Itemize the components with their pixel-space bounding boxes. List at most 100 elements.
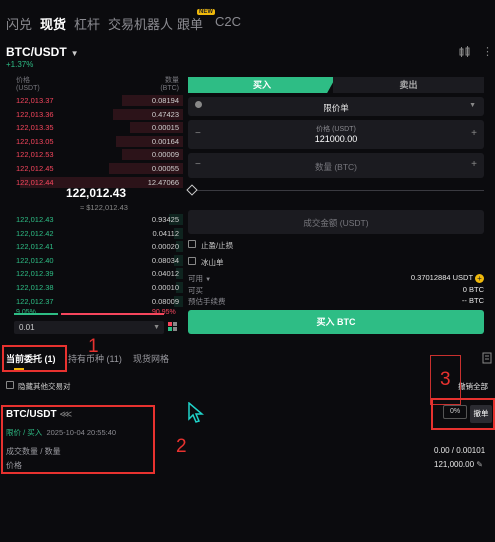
last-price[interactable]: 122,012.43 — [66, 186, 126, 200]
qty-plus-button[interactable]: + — [471, 159, 477, 170]
bid-price: 122,012.38 — [16, 283, 54, 292]
available-label-text: 可用 — [188, 274, 203, 283]
ask-price: 122,012.44 — [16, 177, 54, 187]
bid-row[interactable]: 122,012.38 0.00010 — [0, 281, 183, 294]
more-icon[interactable]: ⋮ — [482, 45, 493, 58]
tp-sl-label: 止盈/止损 — [201, 241, 234, 250]
buyable-label: 可买 — [188, 286, 203, 295]
annotation-box-2 — [1, 405, 155, 474]
tab-copy-trading[interactable]: 跟单 NEW — [177, 9, 216, 33]
tab-copy-trading-label: 跟单 — [177, 17, 204, 32]
hide-other-pairs-label: 隐藏其他交易对 — [18, 382, 71, 391]
precision-value: 0.01 — [19, 323, 35, 332]
new-badge: NEW — [197, 9, 216, 15]
ask-row[interactable]: 122,013.35 0.00015 — [0, 121, 183, 134]
pair-selector[interactable]: BTC/USDT ▼ — [6, 45, 79, 59]
ob-price-unit: (USDT) — [16, 85, 40, 92]
order-history-icon[interactable] — [482, 352, 493, 367]
price-input[interactable]: − 价格 (USDT) 121000.00 + — [188, 120, 484, 149]
bid-qty: 0.08034 — [151, 255, 179, 265]
ask-qty: 0.00055 — [151, 164, 179, 173]
tab-spot[interactable]: 现货 — [40, 14, 66, 33]
bid-price: 122,012.40 — [16, 255, 54, 265]
mouse-cursor-icon — [188, 401, 205, 427]
ask-row[interactable]: 122,012.45 0.00055 — [0, 162, 183, 175]
bid-qty: 0.00010 — [151, 283, 179, 292]
annotation-label-3: 3 — [440, 369, 451, 390]
bid-qty: 0.00020 — [151, 242, 179, 252]
bid-qty: 0.08009 — [151, 296, 179, 306]
amount-placeholder: 成交金额 (USDT) — [303, 218, 369, 228]
bid-row[interactable]: 122,012.41 0.00020 — [0, 240, 183, 253]
bid-row[interactable]: 122,012.40 0.08034 — [0, 254, 183, 267]
ask-qty: 0.08194 — [151, 96, 179, 105]
bid-row[interactable]: 122,012.39 0.04012 — [0, 267, 183, 280]
amount-slider[interactable] — [186, 184, 484, 198]
ask-price: 122,013.36 — [16, 109, 54, 119]
ob-qty-header: 数量 (BTC) — [160, 77, 179, 93]
buy-btc-button[interactable]: 买入 BTC — [188, 310, 484, 334]
bid-qty: 0.93425 — [151, 215, 179, 224]
order-type-select[interactable]: 限价单 ▼ — [188, 97, 484, 116]
sell-tab[interactable]: 卖出 — [333, 77, 484, 93]
ask-qty: 0.47423 — [151, 109, 179, 119]
bid-price: 122,012.41 — [16, 242, 54, 252]
ask-price: 122,013.35 — [16, 123, 54, 133]
ask-qty: 0.00015 — [151, 123, 179, 133]
hide-other-pairs-checkbox[interactable] — [6, 381, 14, 389]
ob-qty-label: 数量 — [165, 77, 179, 84]
caret-down-icon: ▼ — [469, 102, 476, 109]
ask-row[interactable]: 122,013.37 0.08194 — [0, 94, 183, 107]
order-price-value: 121,000.00 ✎ — [434, 460, 483, 469]
bid-qty: 0.04112 — [152, 228, 179, 238]
tab-spot-grid[interactable]: 现货网格 — [133, 352, 169, 365]
bid-price: 122,012.37 — [16, 296, 54, 306]
tab-margin[interactable]: 杠杆 — [74, 14, 100, 33]
last-price-fiat: ≈ $122,012.43 — [80, 203, 128, 212]
iceberg-checkbox[interactable] — [188, 257, 196, 265]
candlestick-icon[interactable] — [459, 46, 471, 61]
tab-trading-bots[interactable]: 交易机器人 — [108, 14, 173, 33]
price-input-value: 121000.00 — [314, 134, 358, 144]
available-value: 0.37012884 USDT + — [411, 273, 484, 283]
bid-price: 122,012.39 — [16, 269, 54, 279]
amount-input[interactable]: 成交金额 (USDT) — [188, 210, 484, 234]
slider-track — [192, 190, 484, 191]
pair-name: BTC/USDT — [6, 45, 67, 59]
annotation-box-3 — [431, 398, 495, 430]
sell-ratio-bar — [61, 313, 164, 315]
edit-icon[interactable]: ✎ — [476, 460, 483, 469]
slider-handle[interactable] — [186, 184, 198, 196]
ask-qty: 0.00164 — [151, 136, 179, 146]
tab-flash-swap[interactable]: 闪兑 — [6, 14, 32, 33]
price-plus-button[interactable]: + — [471, 128, 477, 139]
ask-qty: 12.47066 — [147, 177, 179, 187]
tp-sl-checkbox[interactable] — [188, 240, 196, 248]
ask-row[interactable]: 122,012.53 0.00009 — [0, 148, 183, 161]
ask-price: 122,013.37 — [16, 96, 54, 105]
chevron-down-icon: ▼ — [153, 324, 160, 331]
bid-row[interactable]: 122,012.43 0.93425 — [0, 213, 183, 226]
available-label: 可用 ▼ — [188, 273, 211, 284]
tab-c2c[interactable]: C2C — [215, 14, 241, 29]
bid-qty: 0.04012 — [151, 269, 179, 279]
buy-tab[interactable]: 买入 — [188, 77, 336, 93]
book-layout-icon[interactable] — [168, 322, 178, 332]
quantity-input[interactable]: − 数量 (BTC) + — [188, 153, 484, 178]
buy-ratio-bar — [14, 313, 58, 315]
bid-row[interactable]: 122,012.42 0.04112 — [0, 227, 183, 240]
precision-select[interactable]: 0.01 ▼ — [14, 321, 164, 334]
cancel-all-button[interactable]: 撤销全部 — [458, 381, 488, 392]
ask-qty: 0.00009 — [151, 150, 179, 160]
fee-label: 预估手续费 — [188, 297, 226, 306]
ask-row[interactable]: 122,013.36 0.47423 — [0, 108, 183, 121]
annotation-label-2: 2 — [176, 436, 187, 457]
add-funds-icon[interactable]: + — [475, 273, 484, 283]
price-input-label: 价格 (USDT) — [316, 126, 356, 133]
ob-qty-unit: (BTC) — [160, 85, 179, 92]
chevron-down-icon: ▼ — [205, 277, 212, 283]
ask-row[interactable]: 122,013.05 0.00164 — [0, 135, 183, 148]
filled-value: 0.00 / 0.00101 — [434, 446, 486, 455]
caret-down-icon: ▼ — [70, 49, 79, 58]
bid-row[interactable]: 122,012.37 0.08009 — [0, 295, 183, 308]
